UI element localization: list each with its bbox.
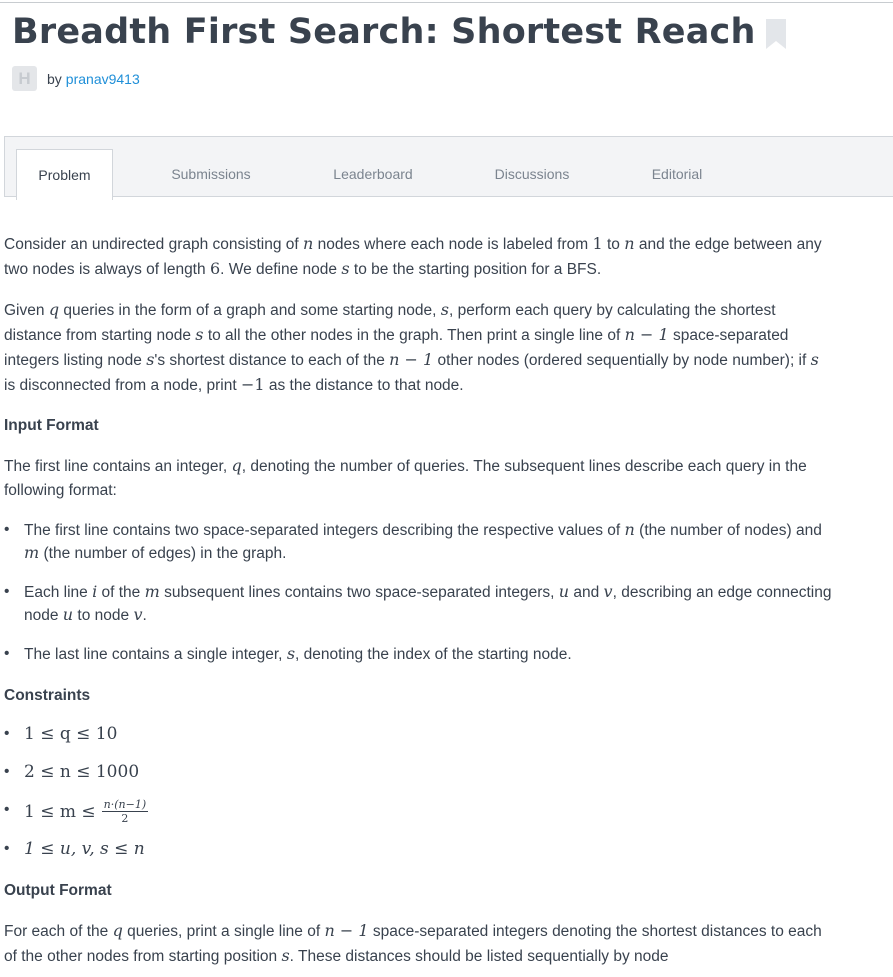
bookmark-icon[interactable] xyxy=(765,19,786,49)
top-border xyxy=(0,2,893,3)
constraint-4: 1 ≤ u, v, s ≤ n xyxy=(4,837,834,861)
avatar: H xyxy=(12,66,37,91)
fraction: n·(n−1) 2 xyxy=(101,798,149,825)
author-row: H by pranav9413 xyxy=(12,66,140,91)
input-format-heading: Input Format xyxy=(4,417,99,434)
tab-leaderboard[interactable]: Leaderboard xyxy=(317,149,429,198)
problem-statement: Consider an undirected graph consisting … xyxy=(4,232,834,969)
title-area: Breadth First Search: Shortest Reach xyxy=(12,12,786,52)
tab-problem[interactable]: Problem xyxy=(16,149,113,200)
tab-editorial[interactable]: Editorial xyxy=(625,149,729,198)
tab-submissions[interactable]: Submissions xyxy=(155,149,267,198)
output-format-heading: Output Format xyxy=(4,882,112,899)
input-bullet-1: The first line contains two space-separa… xyxy=(4,519,834,565)
author-link[interactable]: pranav9413 xyxy=(66,71,140,87)
constraints-heading: Constraints xyxy=(4,687,91,704)
input-format-paragraph: The first line contains an integer, q, d… xyxy=(4,456,807,499)
intro-paragraph: Consider an undirected graph consisting … xyxy=(4,234,822,278)
page-title: Breadth First Search: Shortest Reach xyxy=(12,12,756,52)
output-format-paragraph: For each of the q queries, print a singl… xyxy=(4,921,822,965)
tab-discussions[interactable]: Discussions xyxy=(476,149,588,198)
input-bullet-3: The last line contains a single integer,… xyxy=(4,643,834,666)
constraint-2: 2 ≤ n ≤ 1000 xyxy=(4,760,834,784)
input-bullet-2: Each line i of the m subsequent lines co… xyxy=(4,581,834,627)
constraint-3: 1 ≤ m ≤ n·(n−1) 2 xyxy=(4,798,834,825)
author-prefix: by xyxy=(47,70,62,87)
constraint-1: 1 ≤ q ≤ 10 xyxy=(4,722,834,746)
task-paragraph: Given q queries in the form of a graph a… xyxy=(4,300,819,394)
tab-bar: Problem Submissions Leaderboard Discussi… xyxy=(4,136,893,200)
